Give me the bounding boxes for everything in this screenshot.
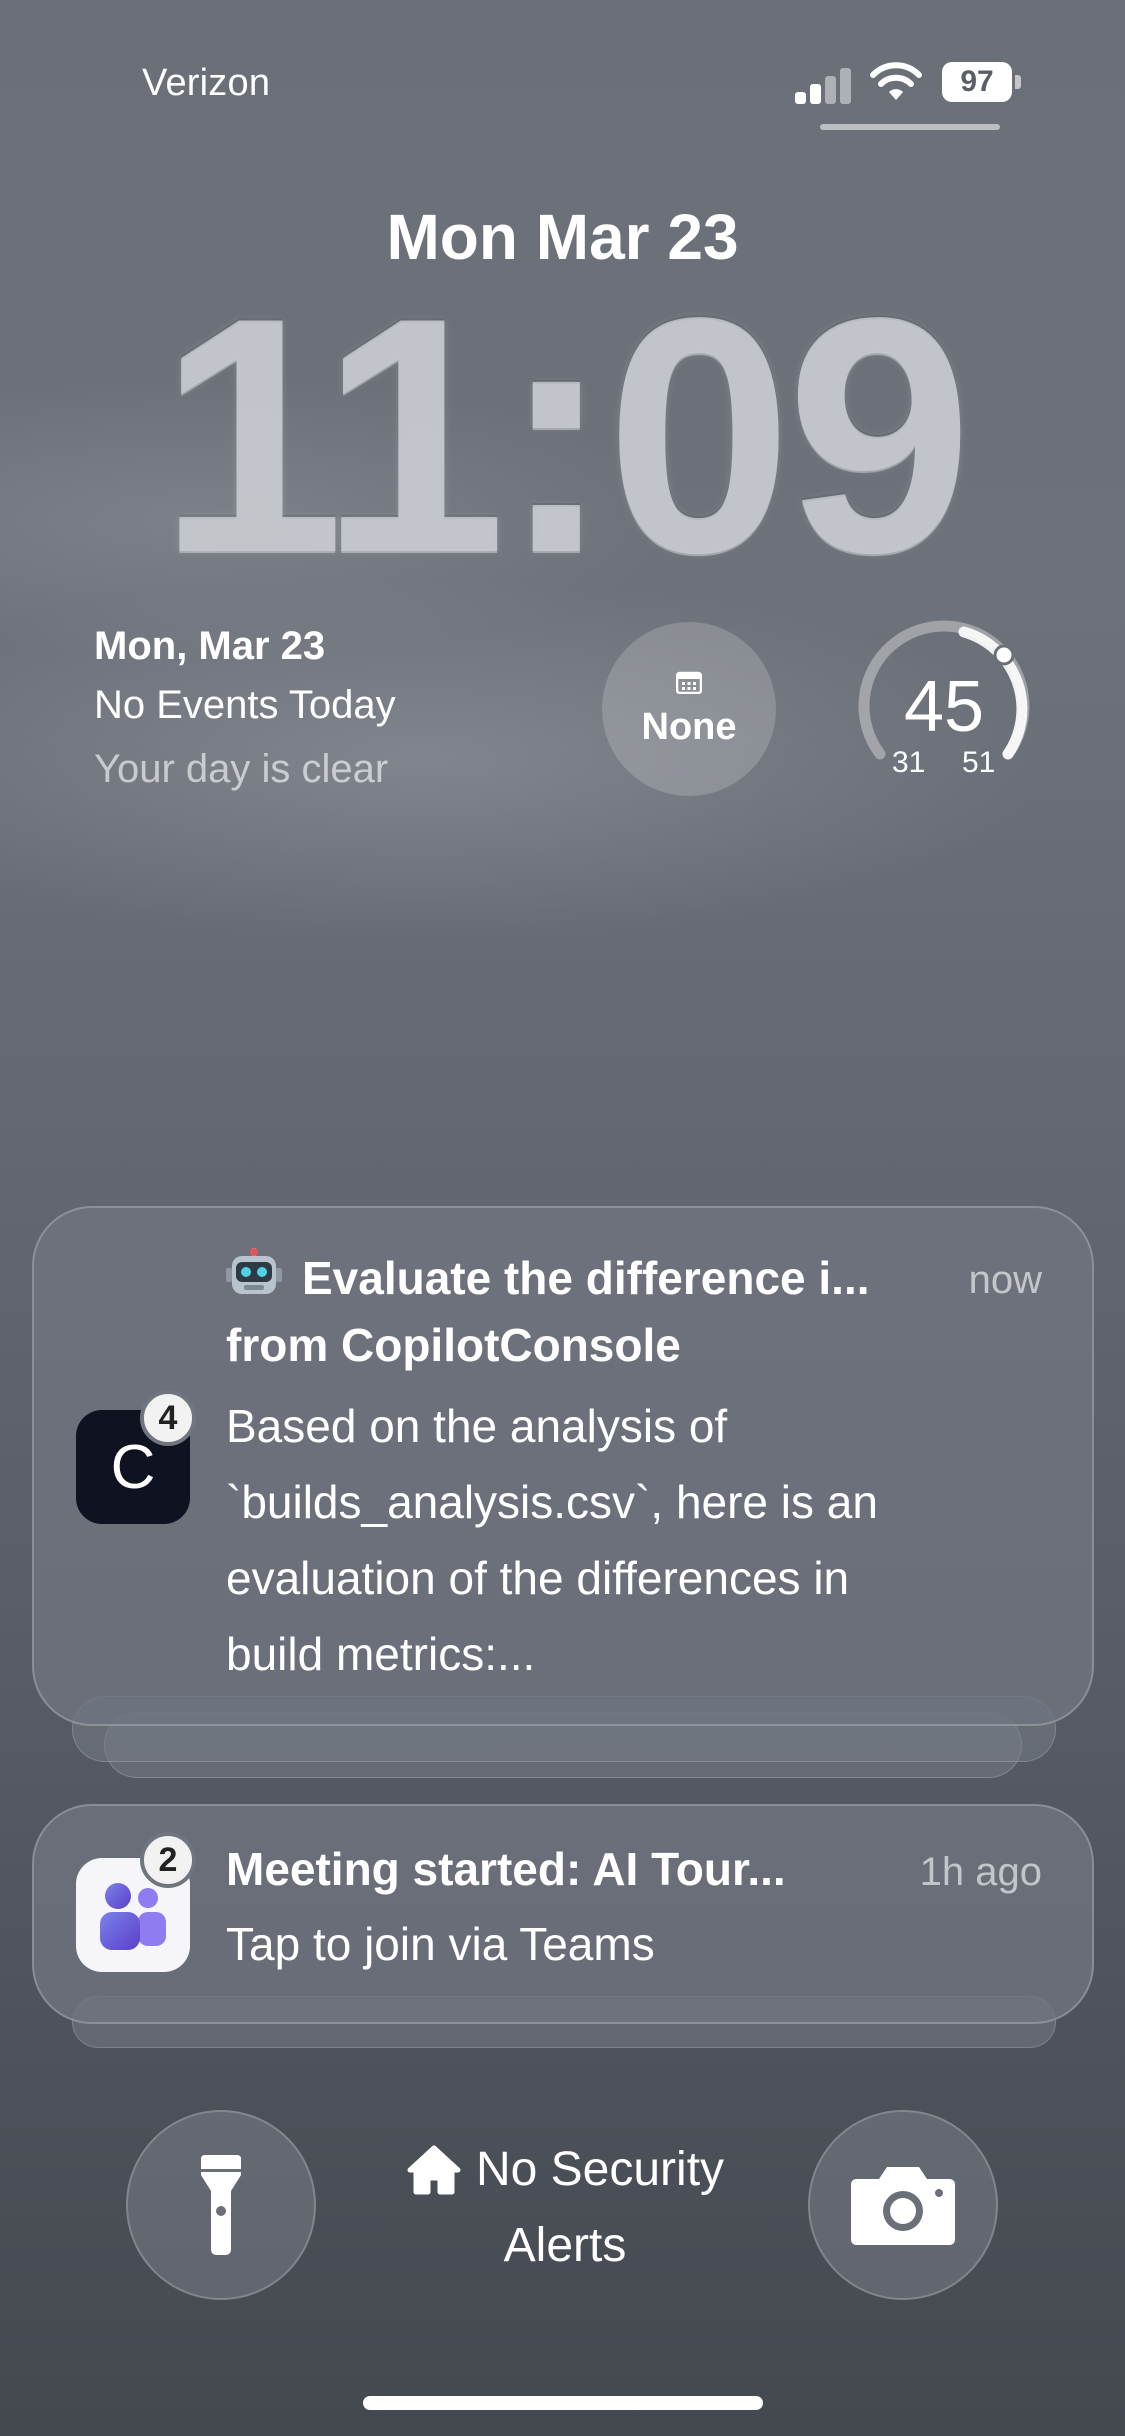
notification-count-badge: 2 bbox=[140, 1832, 196, 1888]
copilot-app-icon-letter: C bbox=[110, 1432, 156, 1502]
security-line1: No Security bbox=[475, 2143, 725, 2196]
camera-button[interactable] bbox=[808, 2110, 998, 2300]
next-event-widget[interactable]: None bbox=[602, 622, 776, 796]
security-status[interactable]: No Security Alerts bbox=[380, 2132, 750, 2284]
battery-icon: 97 bbox=[942, 62, 1012, 102]
battery-tip bbox=[1015, 75, 1021, 89]
calendar-widget-events: No Events Today bbox=[94, 683, 396, 727]
calendar-icon bbox=[676, 671, 702, 694]
robot-emoji-icon bbox=[226, 1248, 282, 1294]
notification-title: Meeting started: AI Tour... bbox=[226, 1843, 786, 1895]
weather-low-temp: 31 bbox=[892, 746, 926, 779]
copilot-notification[interactable]: C 4 Evaluate the difference i... now fro… bbox=[32, 1206, 1094, 1726]
notification-time: now bbox=[968, 1258, 1042, 1302]
notification-title-text: Evaluate the difference i... bbox=[302, 1252, 870, 1304]
status-icons: 97 bbox=[795, 62, 1025, 108]
weather-high-temp: 51 bbox=[962, 746, 996, 779]
flashlight-icon bbox=[201, 2155, 241, 2255]
flashlight-button[interactable] bbox=[126, 2110, 316, 2300]
lock-screen-clock: 11:09 bbox=[158, 248, 972, 622]
calendar-widget-date: Mon, Mar 23 bbox=[94, 624, 326, 668]
carrier-name: Verizon bbox=[142, 62, 271, 104]
notification-body-line: evaluation of the differences in bbox=[226, 1552, 850, 1604]
notification-body-line: `builds_analysis.csv`, here is an bbox=[226, 1476, 878, 1528]
status-bar-underline bbox=[820, 124, 1000, 130]
home-icon bbox=[407, 2145, 461, 2195]
notification-count-badge: 4 bbox=[140, 1390, 196, 1446]
wifi-icon bbox=[870, 62, 922, 100]
calendar-widget-subtitle: Your day is clear bbox=[94, 747, 389, 791]
notification-body: Tap to join via Teams bbox=[226, 1918, 655, 1970]
notification-body-line: Based on the analysis of bbox=[226, 1400, 728, 1452]
teams-notification[interactable]: 2 Meeting started: AI Tour... 1h ago Tap… bbox=[32, 1804, 1094, 2024]
weather-gauge-widget[interactable]: 45 31 51 bbox=[852, 618, 1036, 802]
calendar-widget[interactable]: Mon, Mar 23 No Events Today Your day is … bbox=[94, 622, 454, 800]
notification-body-line: build metrics:... bbox=[226, 1628, 536, 1680]
notification-title: Evaluate the difference i... bbox=[226, 1248, 870, 1305]
notification-body: Based on the analysis of `builds_analysi… bbox=[226, 1388, 878, 1692]
notification-subtitle: from CopilotConsole bbox=[226, 1319, 681, 1371]
camera-icon bbox=[851, 2167, 955, 2245]
home-indicator[interactable] bbox=[363, 2396, 763, 2410]
next-event-label: None bbox=[641, 705, 737, 748]
signal-icon bbox=[795, 66, 853, 104]
weather-current-temp: 45 bbox=[903, 667, 985, 747]
notification-time: 1h ago bbox=[919, 1850, 1042, 1894]
security-line2: Alerts bbox=[503, 2219, 627, 2272]
